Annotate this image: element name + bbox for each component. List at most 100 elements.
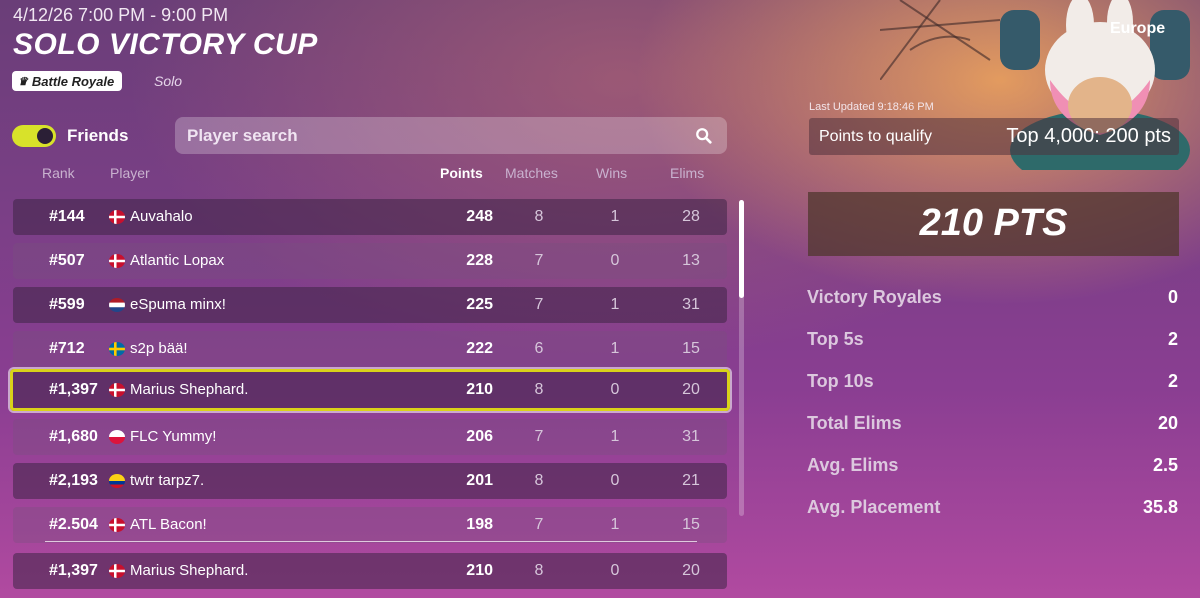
- table-row[interactable]: #2,193 twtr tarpz7. 201 8 0 21: [13, 463, 727, 499]
- denmark-flag-icon: [109, 518, 125, 532]
- table-row[interactable]: #507 Atlantic Lopax 228 7 0 13: [13, 243, 727, 279]
- rank: #144: [49, 208, 85, 225]
- friends-label: Friends: [67, 126, 129, 145]
- denmark-flag-icon: [109, 210, 125, 224]
- table-row[interactable]: #712 s2p bää! 222 6 1 15: [13, 331, 727, 367]
- elims: 15: [682, 516, 700, 533]
- stat-label: Top 5s: [807, 329, 864, 349]
- wins: 1: [610, 296, 620, 313]
- col-rank: Rank: [42, 165, 75, 181]
- colombia-flag-icon: [109, 474, 125, 488]
- event-date: 4/12/26 7:00 PM - 9:00 PM: [13, 5, 229, 25]
- elims: 13: [682, 252, 700, 269]
- table-row[interactable]: #1,680 FLC Yummy! 206 7 1 31: [13, 419, 727, 455]
- elims: 31: [682, 428, 700, 445]
- points: 206: [466, 428, 493, 445]
- points: 210: [466, 381, 493, 398]
- matches: 7: [534, 252, 544, 269]
- friends-toggle[interactable]: [12, 125, 56, 147]
- matches: 7: [534, 428, 544, 445]
- table-row[interactable]: #599 eSpuma minx! 225 7 1 31: [13, 287, 727, 323]
- matches: 6: [534, 340, 544, 357]
- col-points[interactable]: Points: [440, 165, 483, 181]
- points: 201: [466, 472, 493, 489]
- qualify-value: Top 4,000: 200 pts: [1006, 125, 1171, 147]
- col-elims[interactable]: Elims: [670, 165, 704, 181]
- wins: 1: [610, 516, 620, 533]
- rank: #1,397: [49, 381, 98, 398]
- player-name: s2p bää!: [130, 340, 188, 357]
- matches: 8: [534, 381, 544, 398]
- stat-value: 35.8: [1142, 497, 1178, 517]
- table-row[interactable]: #2.504 ATL Bacon! 198 7 1 15: [13, 507, 727, 543]
- elims: 31: [682, 296, 700, 313]
- points: 248: [466, 208, 493, 225]
- qualify-box: Points to qualify Top 4,000: 200 pts: [809, 118, 1179, 155]
- region-label: Europe: [1110, 20, 1166, 37]
- elims: 15: [682, 340, 700, 357]
- stat-label: Total Elims: [807, 413, 902, 433]
- col-matches[interactable]: Matches: [505, 165, 558, 181]
- wins: 0: [610, 472, 620, 489]
- table-row[interactable]: #144 Auvahalo 248 8 1 28: [13, 199, 727, 235]
- toggle-knob: [37, 128, 53, 144]
- stat-value: 0: [1167, 287, 1178, 307]
- rank: #507: [49, 252, 85, 269]
- rank: #599: [49, 296, 85, 313]
- scrollbar-thumb[interactable]: [739, 200, 744, 298]
- points: 225: [466, 296, 493, 313]
- matches: 7: [534, 516, 544, 533]
- last-updated: Last Updated 9:18:46 PM: [809, 101, 934, 113]
- stat-value: 2: [1167, 329, 1178, 349]
- elims: 21: [682, 472, 700, 489]
- points: 228: [466, 252, 493, 269]
- wins: 1: [610, 208, 620, 225]
- matches: 8: [534, 562, 544, 579]
- denmark-flag-icon: [109, 564, 125, 578]
- stat-label: Victory Royales: [807, 287, 942, 307]
- divider: [45, 541, 697, 542]
- table-row-highlighted[interactable]: #1,397 Marius Shephard. 210 8 0 20: [10, 369, 730, 411]
- stat-value: 2: [1167, 371, 1178, 391]
- player-name: Atlantic Lopax: [130, 252, 225, 269]
- matches: 8: [534, 208, 544, 225]
- denmark-flag-icon: [109, 383, 125, 397]
- col-player: Player: [110, 165, 150, 181]
- crown-icon: ♛: [18, 75, 28, 88]
- elims: 20: [682, 381, 700, 398]
- points: 198: [466, 516, 493, 533]
- mode-sub-label: Solo: [154, 73, 183, 89]
- player-name: Auvahalo: [130, 208, 193, 225]
- player-search-input[interactable]: Player search: [175, 117, 727, 154]
- stat-label: Avg. Placement: [807, 497, 941, 517]
- search-icon[interactable]: [695, 127, 713, 145]
- col-wins[interactable]: Wins: [596, 165, 627, 181]
- points: 210: [466, 562, 493, 579]
- search-placeholder: Player search: [187, 126, 298, 145]
- matches: 8: [534, 472, 544, 489]
- points: 222: [466, 340, 493, 357]
- poland-flag-icon: [109, 430, 125, 444]
- rank: #2,193: [49, 472, 98, 489]
- player-name: Marius Shephard.: [130, 381, 249, 398]
- wins: 0: [610, 381, 620, 398]
- stat-value: 20: [1157, 413, 1178, 433]
- rank: #1,397: [49, 562, 98, 579]
- denmark-flag-icon: [109, 254, 125, 268]
- player-name: eSpuma minx!: [130, 296, 226, 313]
- player-name: Marius Shephard.: [130, 562, 249, 579]
- rank: #2.504: [49, 516, 98, 533]
- web-decoration: [880, 0, 1000, 80]
- wins: 1: [610, 428, 620, 445]
- total-points-box: 210 PTS: [808, 192, 1179, 256]
- player-name: ATL Bacon!: [130, 516, 207, 533]
- stat-label: Avg. Elims: [807, 455, 899, 475]
- mode-label: Battle Royale: [31, 73, 115, 89]
- player-name: FLC Yummy!: [130, 428, 217, 445]
- elims: 28: [682, 208, 700, 225]
- pinned-self-row[interactable]: #1,397 Marius Shephard. 210 8 0 20: [13, 553, 727, 589]
- stat-value: 2.5: [1152, 455, 1178, 475]
- wins: 0: [610, 252, 620, 269]
- event-title: SOLO VICTORY CUP: [13, 28, 318, 61]
- netherlands-flag-icon: [109, 298, 125, 312]
